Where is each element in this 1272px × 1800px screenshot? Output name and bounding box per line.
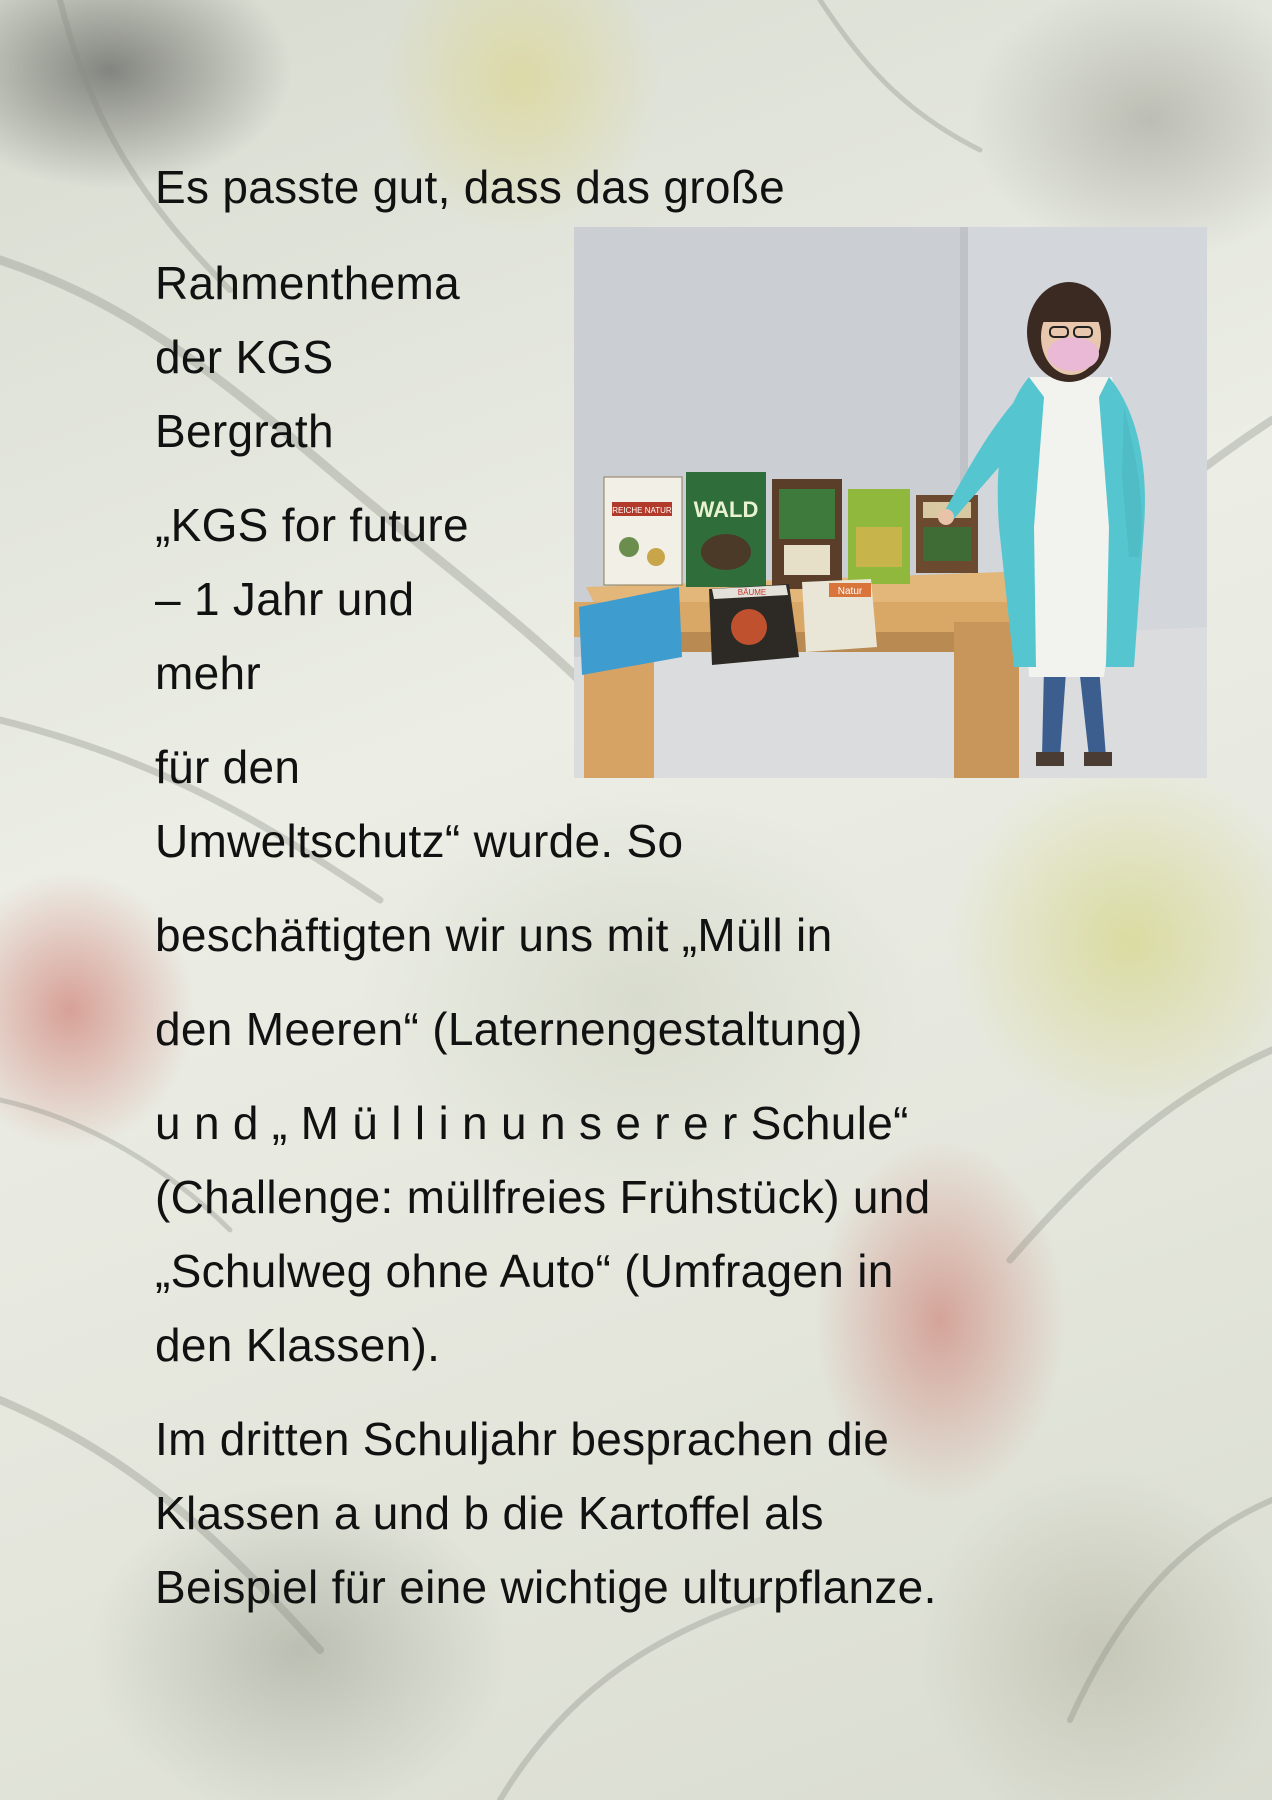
svg-text:BÄUME: BÄUME	[738, 588, 766, 597]
book-reiche-natur: REICHE NATUR	[603, 476, 683, 586]
text-line-1: Es passte gut, dass das große	[155, 161, 786, 213]
text-line-3: der KGS	[155, 331, 334, 383]
text-line-6: – 1 Jahr und	[155, 573, 415, 625]
svg-text:REICHE NATUR: REICHE NATUR	[612, 506, 672, 515]
book-wald: WALD	[686, 472, 766, 587]
book-brown	[916, 495, 978, 573]
text-line-2: Rahmenthema	[155, 257, 461, 309]
text-line-10: beschäftigten wir uns mit „Müll in	[155, 909, 833, 961]
text-line-13: (Challenge: müllfreies Frühstück) und	[155, 1171, 931, 1223]
svg-text:Natur: Natur	[838, 586, 863, 597]
text-line-12: u n d „ M ü l l i n u n s e r e r Schule…	[155, 1097, 909, 1149]
text-line-7: mehr	[155, 647, 262, 699]
book-green	[848, 489, 910, 584]
text-line-17: Klassen a und b die Kartoffel als	[155, 1487, 824, 1539]
text-line-8: für den	[155, 741, 301, 793]
photo-girl-with-books: REICHE NATUR WALD BÄUME Natur	[574, 227, 1207, 778]
text-line-18: Beispiel für eine wichtige ulturpflanze.	[155, 1561, 937, 1613]
text-line-5: „KGS for future	[155, 499, 469, 551]
text-line-4: Bergrath	[155, 405, 334, 457]
text-line-14: „Schulweg ohne Auto“ (Umfragen in	[155, 1245, 894, 1297]
svg-text:WALD: WALD	[694, 497, 759, 522]
book-forest	[772, 479, 842, 589]
text-line-16: Im dritten Schuljahr besprachen die	[155, 1413, 890, 1465]
text-line-15: den Klassen).	[155, 1319, 441, 1371]
text-line-11: den Meeren“ (Laternengestaltung)	[155, 1003, 863, 1055]
text-line-9: Umweltschutz“ wurde. So	[155, 815, 684, 867]
photo-illustration: REICHE NATUR WALD BÄUME Natur	[574, 227, 1207, 778]
